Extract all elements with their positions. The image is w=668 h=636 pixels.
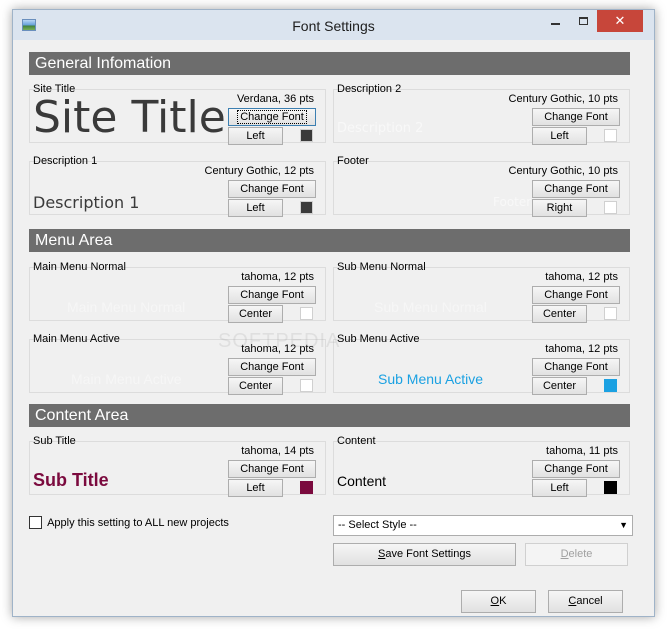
color-swatch[interactable] — [604, 307, 617, 320]
font-info: tahoma, 14 pts — [241, 445, 314, 457]
align-button[interactable]: Right — [532, 199, 587, 217]
style-select[interactable]: -- Select Style -- ▼ — [333, 515, 633, 536]
align-button[interactable]: Left — [228, 199, 283, 217]
main-menu-active-preview: Main Menu Active — [71, 371, 182, 387]
panel-title: Sub Menu Active — [337, 333, 420, 345]
font-info: tahoma, 12 pts — [241, 271, 314, 283]
ok-button[interactable]: OK — [461, 590, 536, 613]
font-info: tahoma, 12 pts — [545, 271, 618, 283]
site-title-preview: Site Title — [33, 93, 226, 143]
align-button[interactable]: Center — [228, 377, 283, 395]
font-info: tahoma, 11 pts — [546, 445, 618, 457]
style-select-value: -- Select Style -- — [338, 519, 417, 531]
change-font-button[interactable]: Change Font — [532, 460, 620, 478]
color-swatch[interactable] — [604, 201, 617, 214]
font-info: Verdana, 36 pts — [236, 93, 314, 105]
change-font-button[interactable]: Change Font — [228, 460, 316, 478]
main-menu-normal-preview: Main Menu Normal — [67, 299, 186, 315]
panel-title: Sub Menu Normal — [337, 261, 426, 273]
panel-content: Content Content tahoma, 11 pts Change Fo… — [333, 435, 630, 497]
section-header-menu: Menu Area — [29, 229, 630, 252]
align-button[interactable]: Center — [228, 305, 283, 323]
align-button[interactable]: Left — [228, 127, 283, 145]
footer-preview: Footer — [493, 195, 532, 209]
panel-title: Sub Title — [33, 435, 76, 447]
maximize-button[interactable] — [569, 10, 597, 32]
change-font-button[interactable]: Change Font — [532, 108, 620, 126]
panel-title: Footer — [337, 155, 369, 167]
panel-description-1: Description 1 Description 1 Century Goth… — [29, 155, 326, 217]
save-font-settings-button[interactable]: Save Font Settings — [333, 543, 516, 566]
change-font-button[interactable]: Change Font — [228, 108, 316, 126]
panel-title: Description 1 — [33, 155, 98, 167]
content-preview: Content — [337, 473, 387, 489]
minimize-button[interactable] — [541, 10, 569, 32]
panel-sub-menu-normal: Sub Menu Normal Sub Menu Normal tahoma, … — [333, 261, 630, 323]
delete-button[interactable]: Delete — [525, 543, 628, 566]
panel-title: Description 2 — [337, 83, 402, 95]
chevron-down-icon: ▼ — [619, 520, 628, 530]
align-button[interactable]: Left — [532, 479, 587, 497]
maximize-icon — [578, 17, 588, 26]
panel-title: Main Menu Normal — [33, 261, 126, 273]
apply-all-row[interactable]: Apply this setting to ALL new projects — [29, 516, 229, 529]
close-button[interactable]: ✕ — [597, 10, 643, 32]
color-swatch[interactable] — [300, 201, 313, 214]
panel-sub-menu-active: Sub Menu Active Sub Menu Active tahoma, … — [333, 333, 630, 395]
panel-footer: Footer Footer Century Gothic, 10 pts Cha… — [333, 155, 630, 217]
color-swatch[interactable] — [300, 481, 313, 494]
description-1-preview: Description 1 — [33, 193, 140, 212]
panel-description-2: Description 2 Description 2 Century Goth… — [333, 83, 630, 145]
font-settings-window: Font Settings ✕ General Infomation Site … — [12, 9, 655, 617]
color-swatch[interactable] — [300, 129, 313, 142]
font-info: tahoma, 12 pts — [545, 343, 618, 355]
color-swatch[interactable] — [300, 379, 313, 392]
change-font-button[interactable]: Change Font — [532, 358, 620, 376]
watermark-text: SOFTPEDIA — [218, 330, 341, 352]
change-font-button[interactable]: Change Font — [228, 180, 316, 198]
panel-main-menu-normal: Main Menu Normal Main Menu Normal tahoma… — [29, 261, 326, 323]
panel-title: Main Menu Active — [33, 333, 120, 345]
font-info: Century Gothic, 10 pts — [508, 165, 618, 177]
sub-menu-active-preview: Sub Menu Active — [378, 371, 484, 387]
cancel-button[interactable]: Cancel — [548, 590, 623, 613]
color-swatch[interactable] — [604, 129, 617, 142]
change-font-button[interactable]: Change Font — [532, 286, 620, 304]
font-info: Century Gothic, 10 pts — [508, 93, 618, 105]
change-font-button[interactable]: Change Font — [532, 180, 620, 198]
section-header-content: Content Area — [29, 404, 630, 427]
change-font-button[interactable]: Change Font — [228, 358, 316, 376]
align-button[interactable]: Center — [532, 377, 587, 395]
sub-title-preview: Sub Title — [33, 470, 109, 490]
description-2-preview: Description 2 — [337, 121, 424, 136]
change-font-button[interactable]: Change Font — [228, 286, 316, 304]
section-header-general: General Infomation — [29, 52, 630, 75]
font-info: Century Gothic, 12 pts — [204, 165, 314, 177]
minimize-icon — [550, 23, 560, 26]
close-icon: ✕ — [614, 13, 626, 28]
apply-all-label[interactable]: Apply this setting to ALL new projects — [47, 517, 229, 529]
color-swatch[interactable] — [300, 307, 313, 320]
title-bar[interactable]: Font Settings ✕ — [13, 10, 654, 40]
panel-sub-title: Sub Title Sub Title tahoma, 14 pts Chang… — [29, 435, 326, 497]
apply-all-checkbox[interactable] — [29, 516, 42, 529]
color-swatch[interactable] — [604, 481, 617, 494]
dialog-content: General Infomation Site Title Site Title… — [13, 40, 654, 616]
align-button[interactable]: Center — [532, 305, 587, 323]
sub-menu-normal-preview: Sub Menu Normal — [374, 299, 487, 315]
color-swatch[interactable] — [604, 379, 617, 392]
align-button[interactable]: Left — [532, 127, 587, 145]
align-button[interactable]: Left — [228, 479, 283, 497]
panel-title: Content — [337, 435, 376, 447]
panel-site-title: Site Title Site Title Verdana, 36 pts Ch… — [29, 83, 326, 145]
